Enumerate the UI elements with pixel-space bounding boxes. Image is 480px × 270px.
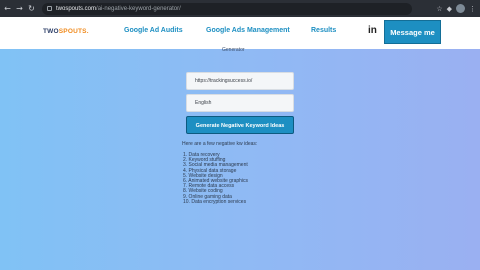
profile-avatar[interactable] (456, 4, 465, 13)
list-item: 10. Data encryption services (183, 198, 247, 205)
address-bar[interactable]: twospouts.com /ai-negative-keyword-gener… (42, 2, 412, 15)
star-icon[interactable]: ☆ (436, 5, 442, 13)
page-title-partial: Generator (222, 47, 245, 53)
url-host: twospouts.com (56, 5, 97, 12)
message-me-button[interactable]: Message me (384, 20, 441, 44)
menu-icon[interactable]: ⋮ (469, 5, 476, 13)
website-url-input[interactable]: https://trackingsuccess.io/ (186, 72, 294, 90)
results-intro: Here are a few negative kw ideas: (182, 141, 258, 147)
generate-button[interactable]: Generate Negative Keyword Ideas (186, 116, 294, 134)
extensions-icon[interactable]: ◆ (447, 5, 452, 13)
logo-accent: SPOUTS. (58, 28, 89, 35)
nav-google-ads-management[interactable]: Google Ads Management (206, 27, 290, 34)
forward-icon[interactable]: → (15, 4, 24, 13)
site-header: TWOSPOUTS. Google Ad Audits Google Ads M… (0, 17, 480, 49)
logo-main: TWO (43, 28, 59, 35)
lock-icon (47, 6, 52, 11)
back-icon[interactable]: ← (3, 4, 12, 13)
main-content: Generator https://trackingsuccess.io/ En… (0, 47, 480, 270)
linkedin-icon[interactable]: in (368, 25, 377, 36)
browser-toolbar: ← → ↻ twospouts.com /ai-negative-keyword… (0, 0, 480, 17)
reload-icon[interactable]: ↻ (27, 4, 36, 13)
ideas-list: 1. Data recovery 2. Keyword stuffing 3. … (183, 152, 248, 205)
site-logo[interactable]: TWOSPOUTS. (43, 28, 89, 35)
nav-google-ad-audits[interactable]: Google Ad Audits (124, 27, 183, 34)
language-input[interactable]: English (186, 94, 294, 112)
url-path: /ai-negative-keyword-generator/ (96, 5, 181, 12)
nav-results[interactable]: Results (311, 27, 336, 34)
